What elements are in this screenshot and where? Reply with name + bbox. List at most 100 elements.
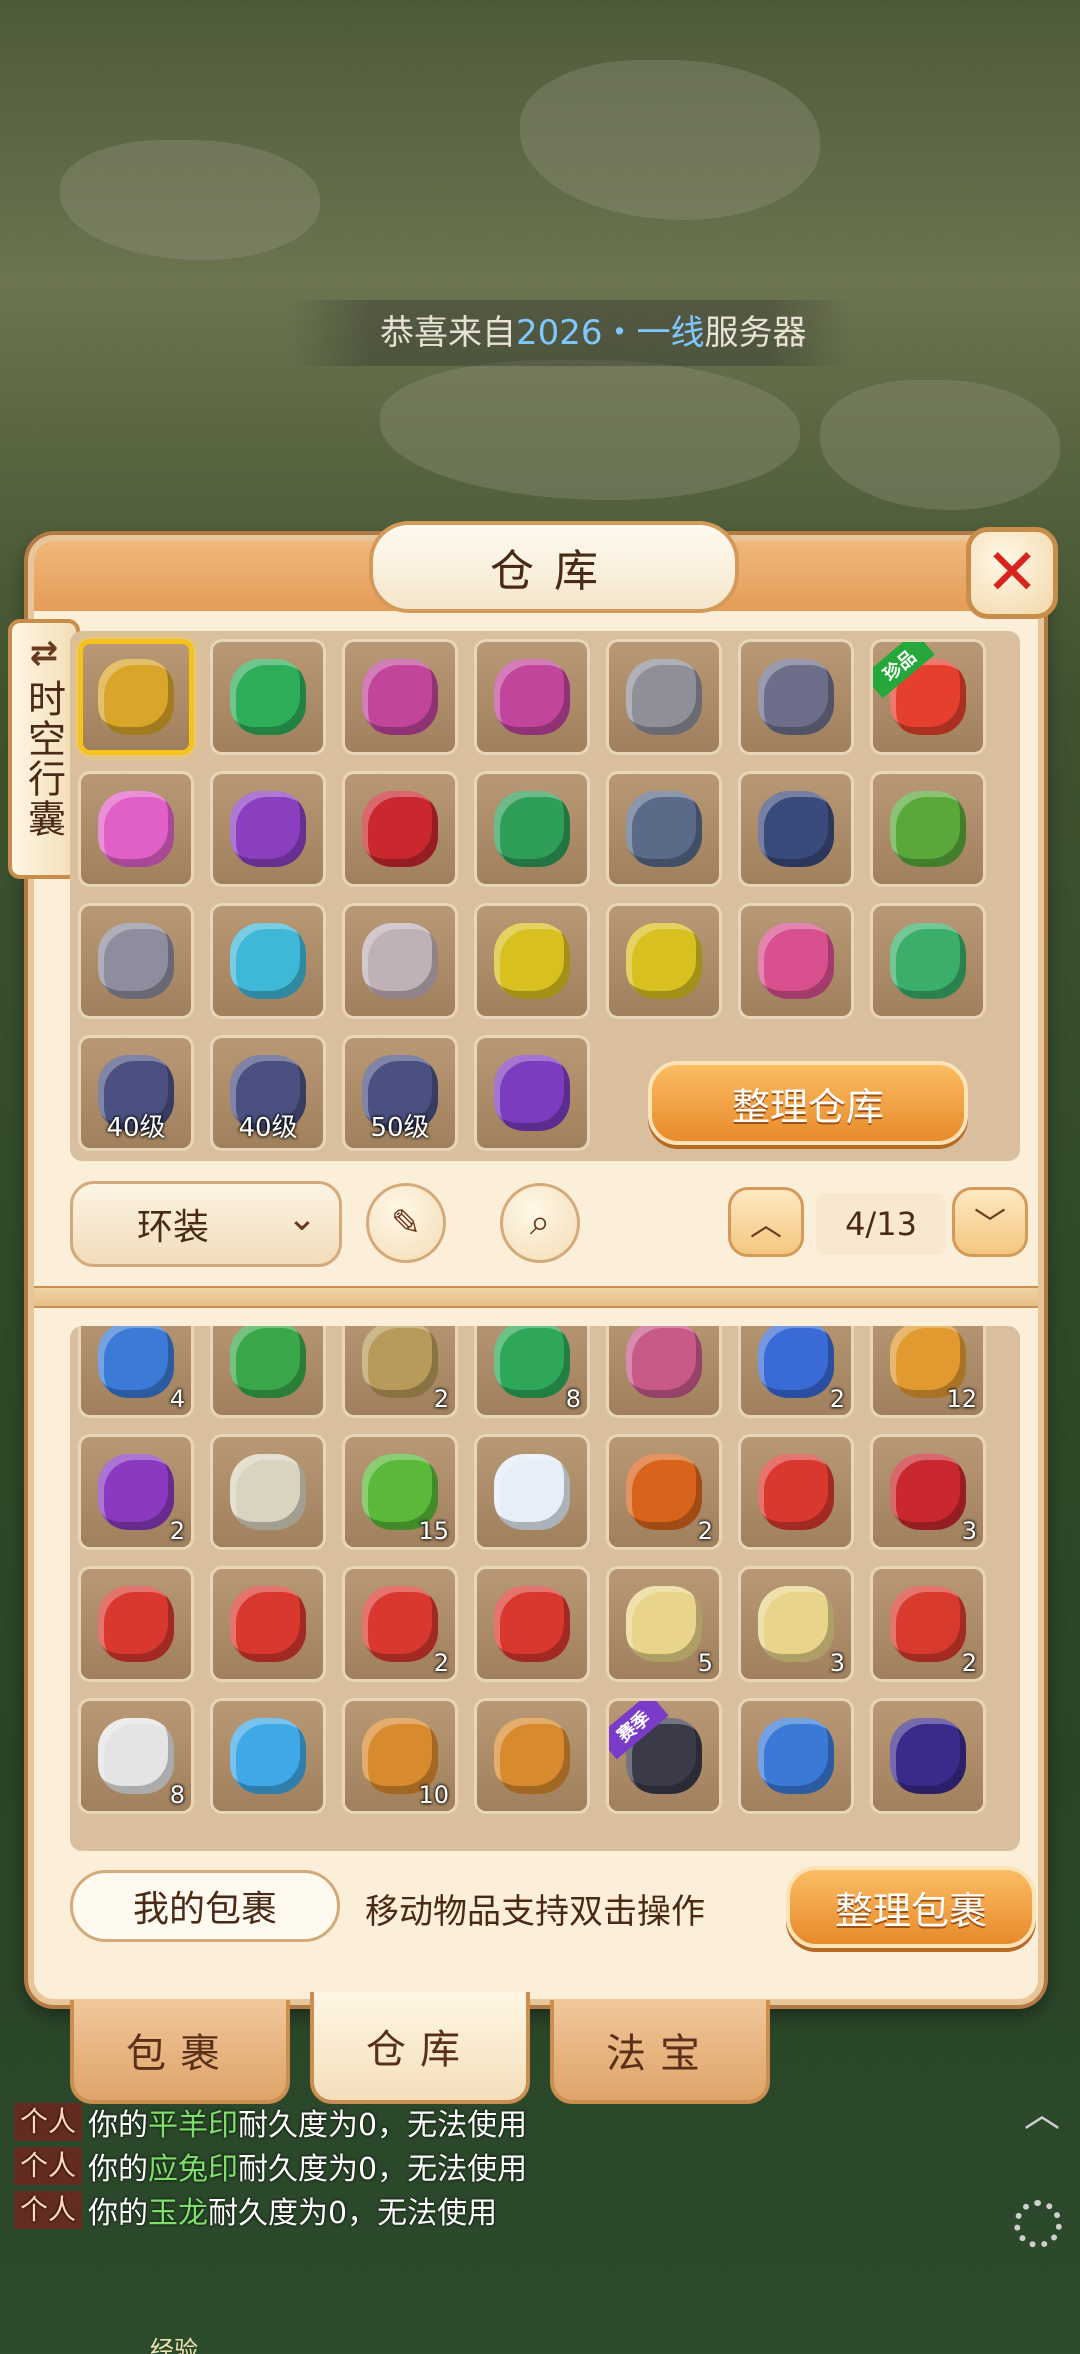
bag-slot[interactable] bbox=[210, 1434, 326, 1550]
item-count: 10 bbox=[418, 1781, 449, 1809]
log-row: 个人 你的 平羊印 耐久度为0，无法使用 bbox=[14, 2100, 814, 2144]
bag-slot[interactable]: 5 bbox=[606, 1566, 722, 1682]
warehouse-slot[interactable] bbox=[606, 639, 722, 755]
bag-slot[interactable]: 3 bbox=[870, 1434, 986, 1550]
warehouse-slot[interactable] bbox=[474, 639, 590, 755]
bag-slot[interactable] bbox=[210, 1326, 326, 1418]
bag-slot[interactable]: 2 bbox=[606, 1434, 722, 1550]
bag-slot[interactable]: 2 bbox=[738, 1326, 854, 1418]
bag-slot[interactable] bbox=[210, 1566, 326, 1682]
bag-slot[interactable]: 赛季 bbox=[606, 1698, 722, 1814]
tab-warehouse[interactable]: 仓库 bbox=[310, 1992, 530, 2104]
item-count: 8 bbox=[565, 1385, 581, 1413]
warehouse-slot[interactable] bbox=[210, 771, 326, 887]
bag-grid-container[interactable]: 4 2 8 2 12 2 15 2 3 2 5 3 2 8 10 赛季 bbox=[70, 1326, 1020, 1851]
gear-icon[interactable] bbox=[1014, 2200, 1062, 2248]
bag-slot[interactable]: 8 bbox=[474, 1326, 590, 1418]
page-down-button[interactable]: ﹀ bbox=[952, 1187, 1028, 1257]
bag-slot[interactable] bbox=[474, 1698, 590, 1814]
category-dropdown[interactable]: 环装 ⌄ bbox=[70, 1181, 342, 1267]
bag-slot[interactable] bbox=[738, 1698, 854, 1814]
bag-slot[interactable] bbox=[870, 1698, 986, 1814]
tab-treasure[interactable]: 法宝 bbox=[550, 2000, 770, 2104]
item-icon bbox=[890, 1454, 966, 1530]
item-icon bbox=[230, 1586, 306, 1662]
item-icon bbox=[362, 923, 438, 999]
item-count: 15 bbox=[418, 1517, 449, 1545]
bag-slot[interactable]: 2 bbox=[342, 1566, 458, 1682]
item-icon bbox=[362, 659, 438, 735]
warehouse-slot[interactable] bbox=[78, 903, 194, 1019]
item-icon bbox=[362, 1326, 438, 1398]
page-up-button[interactable]: ︿ bbox=[728, 1187, 804, 1257]
bag-slot[interactable]: 2 bbox=[78, 1434, 194, 1550]
warehouse-slot[interactable] bbox=[210, 639, 326, 755]
bag-slot[interactable]: 4 bbox=[78, 1326, 194, 1418]
warehouse-toolbar: 环装 ⌄ ✎ ⌕ ︿ 4/13 ﹀ bbox=[70, 1181, 1030, 1271]
tab-bag[interactable]: 包裹 bbox=[70, 2000, 290, 2104]
warehouse-slot[interactable] bbox=[78, 771, 194, 887]
item-count: 3 bbox=[829, 1649, 845, 1677]
sort-warehouse-button[interactable]: 整理仓库 bbox=[648, 1061, 968, 1145]
bag-slot[interactable]: 15 bbox=[342, 1434, 458, 1550]
log-text: 耐久度为0，无法使用 bbox=[238, 2152, 528, 2187]
edit-button[interactable]: ✎ bbox=[366, 1183, 446, 1263]
log-item-name: 平羊印 bbox=[148, 2108, 239, 2143]
bag-slot[interactable] bbox=[606, 1326, 722, 1418]
bag-slot[interactable]: 8 bbox=[78, 1698, 194, 1814]
log-text: 你的 bbox=[88, 2196, 149, 2231]
item-icon bbox=[230, 1454, 306, 1530]
warehouse-slot[interactable]: 50级 bbox=[342, 1035, 458, 1151]
warehouse-slot[interactable] bbox=[738, 903, 854, 1019]
warehouse-slot[interactable] bbox=[342, 903, 458, 1019]
swap-icon: ⇄ bbox=[29, 633, 59, 673]
warehouse-slot[interactable] bbox=[870, 771, 986, 887]
marquee-highlight: 2026・一线 bbox=[516, 313, 705, 353]
warehouse-slot[interactable] bbox=[342, 639, 458, 755]
bag-slot[interactable]: 3 bbox=[738, 1566, 854, 1682]
warehouse-slot[interactable] bbox=[738, 771, 854, 887]
warehouse-slot[interactable]: 40级 bbox=[210, 1035, 326, 1151]
warehouse-slot[interactable] bbox=[474, 771, 590, 887]
item-icon bbox=[494, 1718, 570, 1794]
warehouse-slot[interactable] bbox=[210, 903, 326, 1019]
warehouse-slot[interactable]: 40级 bbox=[78, 1035, 194, 1151]
sort-bag-button[interactable]: 整理包裹 bbox=[786, 1866, 1036, 1948]
log-item-name: 应兔印 bbox=[148, 2152, 239, 2187]
bag-slot[interactable] bbox=[474, 1434, 590, 1550]
item-icon bbox=[890, 923, 966, 999]
bag-slot[interactable] bbox=[78, 1566, 194, 1682]
warehouse-slot[interactable]: 珍品 bbox=[870, 639, 986, 755]
warehouse-slot[interactable] bbox=[870, 903, 986, 1019]
close-button[interactable]: ✕ bbox=[966, 527, 1058, 619]
warehouse-slot[interactable] bbox=[342, 771, 458, 887]
bag-slot[interactable]: 12 bbox=[870, 1326, 986, 1418]
warehouse-slot[interactable] bbox=[606, 771, 722, 887]
item-icon bbox=[230, 791, 306, 867]
warehouse-slot[interactable] bbox=[606, 903, 722, 1019]
warehouse-slot[interactable] bbox=[474, 903, 590, 1019]
item-icon bbox=[494, 1586, 570, 1662]
bag-slot[interactable]: 2 bbox=[870, 1566, 986, 1682]
search-button[interactable]: ⌕ bbox=[500, 1183, 580, 1263]
bag-slot[interactable]: 10 bbox=[342, 1698, 458, 1814]
double-click-hint: 移动物品支持双击操作 bbox=[365, 1892, 705, 1932]
warehouse-slot[interactable] bbox=[78, 639, 194, 755]
log-tag: 个人 bbox=[14, 2103, 83, 2141]
background-rock bbox=[380, 360, 800, 500]
item-icon bbox=[758, 1454, 834, 1530]
background-rock bbox=[820, 380, 1060, 510]
bag-slot[interactable] bbox=[210, 1698, 326, 1814]
bag-slot[interactable]: 2 bbox=[342, 1326, 458, 1418]
bag-slot[interactable] bbox=[474, 1566, 590, 1682]
warehouse-slot[interactable] bbox=[738, 639, 854, 755]
log-text: 你的 bbox=[88, 2152, 149, 2187]
warehouse-slot[interactable] bbox=[474, 1035, 590, 1151]
chevron-up-icon[interactable]: ︿ bbox=[1024, 2085, 1060, 2137]
background-rock bbox=[520, 60, 820, 220]
bag-slot[interactable] bbox=[738, 1434, 854, 1550]
item-icon bbox=[494, 659, 570, 735]
item-count: 2 bbox=[697, 1517, 713, 1545]
item-icon bbox=[230, 923, 306, 999]
item-count: 2 bbox=[829, 1385, 845, 1413]
